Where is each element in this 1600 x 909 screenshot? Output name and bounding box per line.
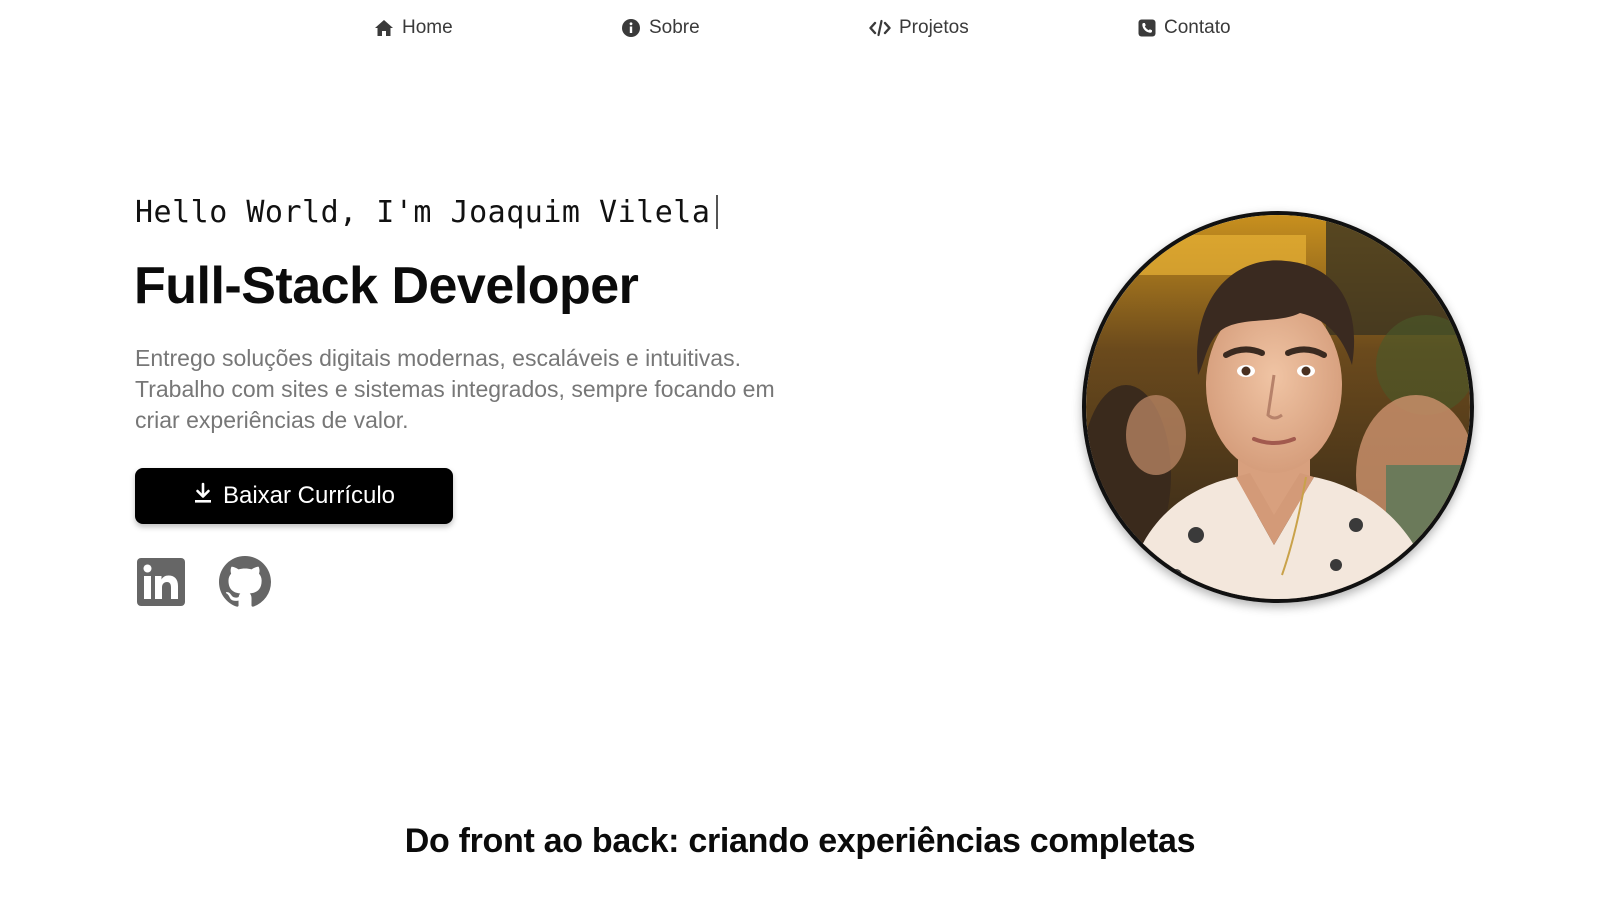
top-nav: Home Sobre Projetos Contato xyxy=(0,0,1600,56)
download-icon xyxy=(193,482,213,511)
greeting-text: Hello World, I'm Joaquim Vilela xyxy=(135,194,711,230)
typing-greeting: Hello World, I'm Joaquim Vilela xyxy=(135,190,719,234)
code-icon xyxy=(869,19,891,37)
nav-item-label: Projetos xyxy=(899,17,969,38)
profile-photo xyxy=(1082,211,1474,603)
description-line: Trabalho com sites e sistemas integrados… xyxy=(135,376,775,402)
download-cv-label: Baixar Currículo xyxy=(222,482,396,509)
nav-item-label: Contato xyxy=(1164,17,1231,38)
nav-item-projetos[interactable]: Projetos xyxy=(869,15,969,41)
linkedin-icon[interactable] xyxy=(137,558,189,610)
typing-cursor xyxy=(716,195,719,229)
description-line: Entrego soluções digitais modernas, esca… xyxy=(135,345,741,371)
nav-item-home[interactable]: Home xyxy=(374,15,453,41)
nav-item-sobre[interactable]: Sobre xyxy=(621,15,700,41)
nav-item-label: Home xyxy=(402,17,453,38)
nav-item-contato[interactable]: Contato xyxy=(1138,15,1231,41)
info-icon xyxy=(621,18,641,38)
nav-item-label: Sobre xyxy=(649,17,700,38)
hero-description: Entrego soluções digitais modernas, esca… xyxy=(135,343,915,436)
download-cv-button[interactable]: Baixar Currículo xyxy=(135,468,453,524)
phone-icon xyxy=(1138,19,1156,37)
page-title: Full-Stack Developer xyxy=(134,257,639,315)
home-icon xyxy=(374,19,394,37)
section-heading: Do front ao back: criando experiências c… xyxy=(404,822,1196,860)
github-icon[interactable] xyxy=(219,556,271,608)
description-line: criar experiências de valor. xyxy=(135,407,409,433)
